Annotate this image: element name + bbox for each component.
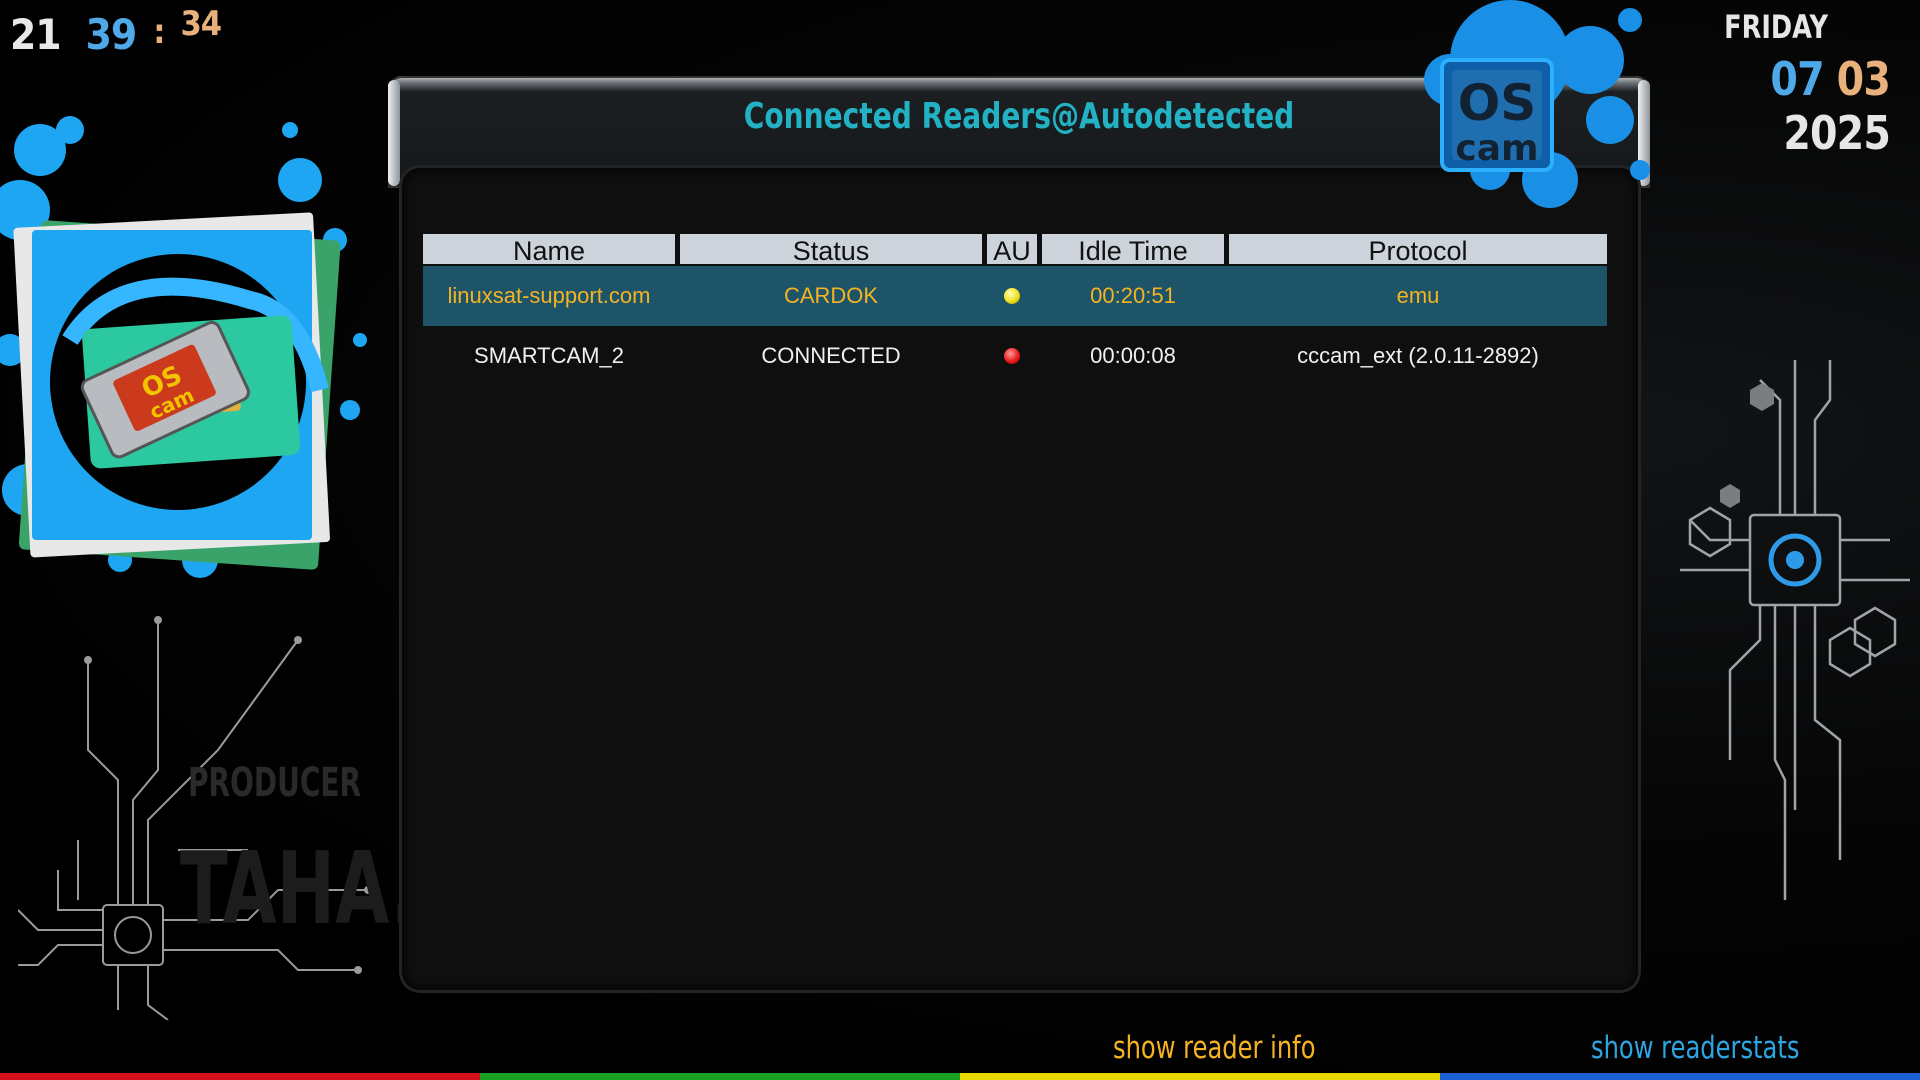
oscam-logo: OS cam	[1380, 0, 1660, 230]
readers-table: Name Status AU Idle Time Protocol linuxs…	[423, 234, 1607, 386]
clock-hours: 21	[10, 10, 62, 59]
circuit-decoration-left	[17, 600, 378, 1021]
header-name: Name	[423, 234, 675, 264]
oscam-screen: 21 39 : 34 FRIDAY 07 03 2025 OS cam PROD…	[0, 0, 1920, 1080]
oscam-logo-text-top: OS	[1458, 74, 1537, 132]
cell-name: SMARTCAM_2	[474, 343, 624, 368]
date-day: 07	[1770, 52, 1824, 106]
cell-protocol: emu	[1396, 283, 1440, 308]
table-header: Name Status AU Idle Time Protocol	[423, 234, 1607, 264]
au-status-red-icon	[1004, 348, 1020, 364]
cell-status: CARDOK	[783, 283, 879, 308]
table-row[interactable]: linuxsat-support.com CARDOK 00:20:51 emu	[423, 266, 1607, 326]
cell-status: CONNECTED	[761, 343, 901, 368]
table-row[interactable]: SMARTCAM_2 CONNECTED 00:00:08 cccam_ext …	[423, 326, 1607, 386]
header-idle-time: Idle Time	[1042, 234, 1224, 264]
cell-idle-time: 00:20:51	[1090, 283, 1176, 308]
date-line: 07 03 2025	[1666, 52, 1890, 160]
green-key-bar	[480, 1073, 960, 1080]
panel-cap-left	[388, 80, 400, 186]
oscam-logo-text-bottom: cam	[1455, 128, 1538, 169]
cell-protocol: cccam_ext (2.0.11-2892)	[1297, 343, 1539, 368]
date-month: 03	[1836, 52, 1891, 106]
date-year: 2025	[1783, 106, 1891, 160]
cell-name: linuxsat-support.com	[447, 283, 651, 308]
header-protocol: Protocol	[1229, 234, 1607, 264]
header-status: Status	[680, 234, 982, 264]
date: FRIDAY 07 03 2025	[1630, 4, 1891, 160]
yellow-button-hint[interactable]: show reader info	[1113, 1030, 1315, 1066]
producer-watermark: PRODUCER	[188, 760, 362, 806]
clock-minutes: 39	[85, 10, 138, 59]
header-au: AU	[987, 234, 1037, 264]
blue-button-hint[interactable]: show readerstats	[1591, 1030, 1799, 1066]
au-status-yellow-icon	[1004, 288, 1020, 304]
red-key-bar	[0, 1073, 480, 1080]
clock-seconds: 34	[180, 4, 222, 44]
clock: 21 39 : 34	[10, 4, 222, 60]
cell-idle-time: 00:00:08	[1090, 343, 1176, 368]
date-weekday: FRIDAY	[1724, 8, 1828, 46]
yellow-key-bar	[960, 1073, 1440, 1080]
clock-separator: :	[153, 12, 166, 52]
circuit-decoration-right	[1670, 340, 1920, 940]
blue-key-bar	[1440, 1073, 1920, 1080]
panel-title: Connected Readers@Autodetected	[743, 96, 1295, 137]
cam-card-artwork: OS cam	[0, 90, 380, 610]
